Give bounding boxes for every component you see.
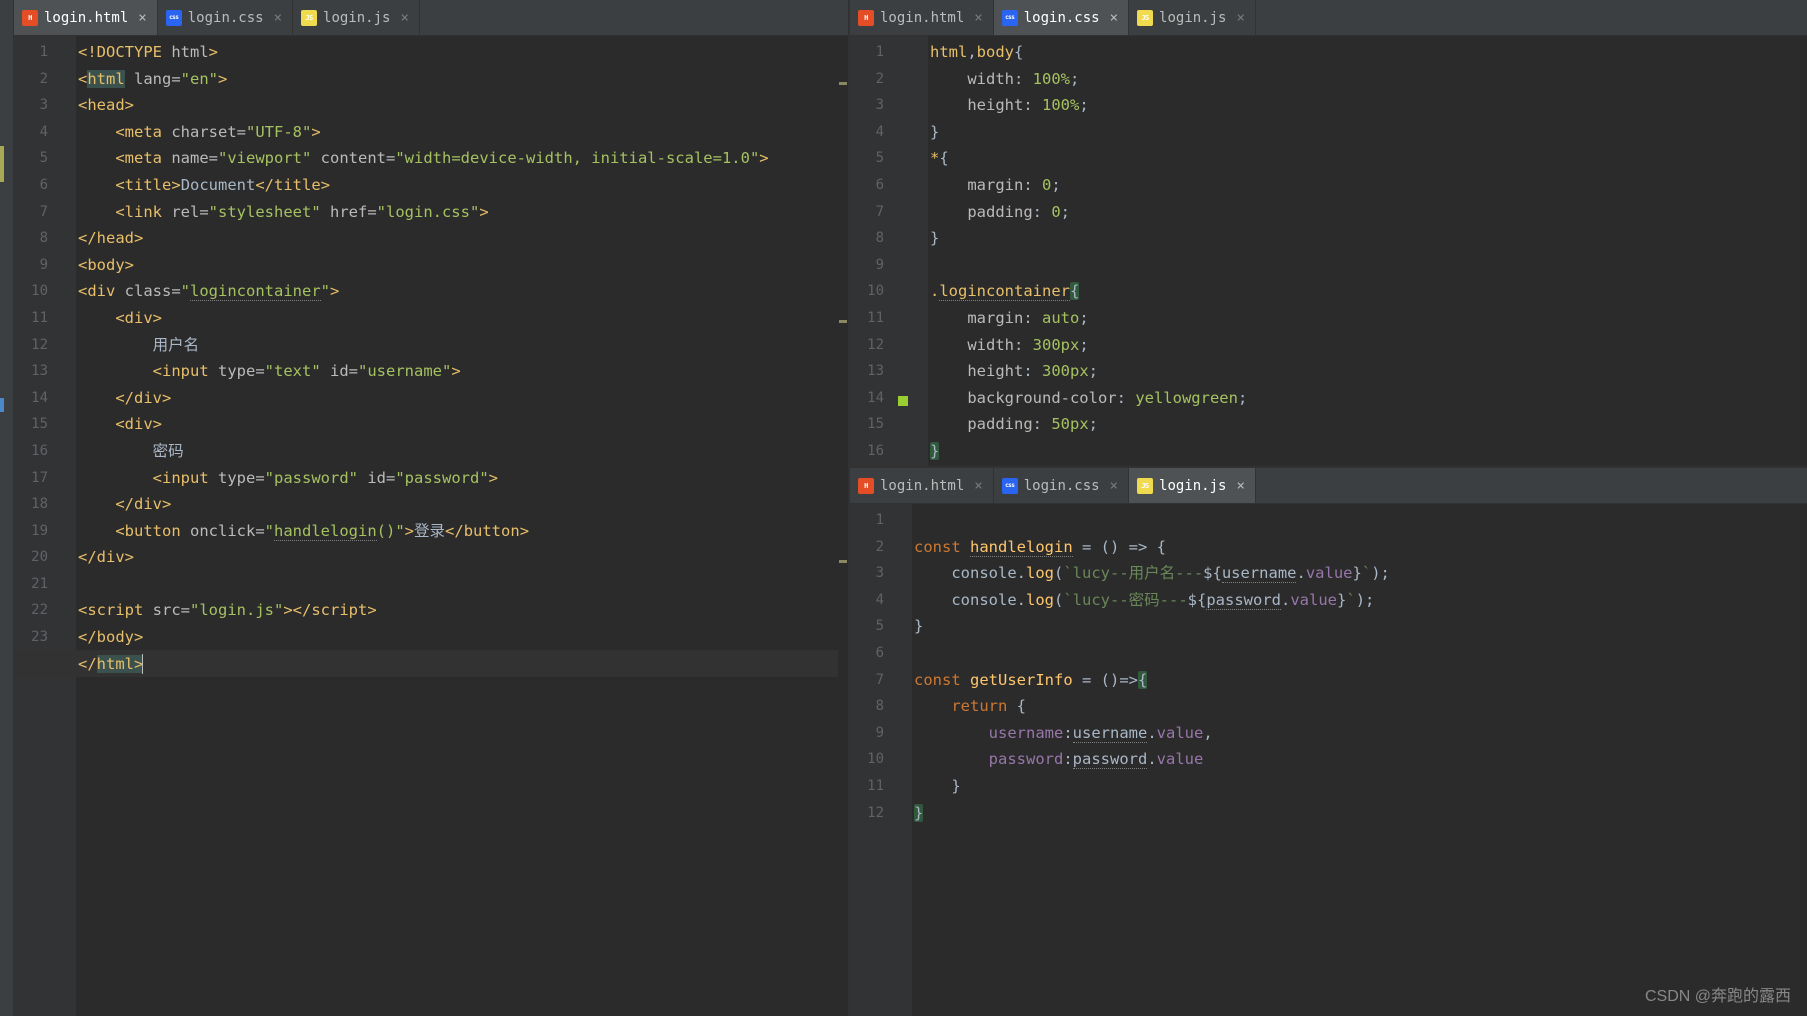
tabs-bar-right-top: login.html × login.css × login.js × xyxy=(850,0,1807,36)
editor-left[interactable]: 123456789101112131415161718192021222324 … xyxy=(14,36,848,1016)
tab-login-html[interactable]: login.html × xyxy=(850,0,994,35)
editor-split-panes: login.html × login.css × login.js × 1234… xyxy=(14,0,1807,1016)
editor-right-bottom[interactable]: 123456789101112 const handlelogin = () =… xyxy=(850,504,1807,1016)
close-icon[interactable]: × xyxy=(1110,10,1118,26)
line-numbers: 123456789101112131415161718192021222324 xyxy=(14,39,62,1016)
tab-label: login.js xyxy=(1159,10,1226,26)
marker-column xyxy=(898,39,914,466)
tab-login-html[interactable]: login.html × xyxy=(850,468,994,503)
tab-login-js[interactable]: login.js × xyxy=(1129,468,1256,503)
html-file-icon xyxy=(858,478,874,494)
code-area-right-top[interactable]: html,body{ width: 100%; height: 100%; } … xyxy=(928,36,1807,466)
tab-label: login.js xyxy=(323,10,390,26)
tabs-bar-right-bottom: login.html × login.css × login.js × xyxy=(850,468,1807,504)
fold-column xyxy=(898,507,912,1016)
close-icon[interactable]: × xyxy=(274,10,282,26)
tab-label: login.js xyxy=(1159,478,1226,494)
line-numbers: 12345678910111213141516 xyxy=(850,39,898,466)
tab-label: login.css xyxy=(1024,478,1100,494)
tab-label: login.css xyxy=(1024,10,1100,26)
gutter-right-bottom: 123456789101112 xyxy=(850,504,912,1016)
close-icon[interactable]: × xyxy=(400,10,408,26)
ide-left-gutter xyxy=(0,0,14,1016)
css-file-icon xyxy=(166,10,182,26)
close-icon[interactable]: × xyxy=(1236,10,1244,26)
css-file-icon xyxy=(1002,10,1018,26)
fold-column xyxy=(914,39,928,466)
tabs-bar-left: login.html × login.css × login.js × xyxy=(14,0,848,36)
editor-pane-right-top: login.html × login.css × login.js × 1234… xyxy=(850,0,1807,468)
code-area-right-bottom[interactable]: const handlelogin = () => { console.log(… xyxy=(912,504,1807,1016)
tab-label: login.html xyxy=(44,10,128,26)
line-numbers: 123456789101112 xyxy=(850,507,898,1016)
close-icon[interactable]: × xyxy=(1110,478,1118,494)
close-icon[interactable]: × xyxy=(974,478,982,494)
js-file-icon xyxy=(1137,478,1153,494)
tab-login-js[interactable]: login.js × xyxy=(1129,0,1256,35)
js-file-icon xyxy=(1137,10,1153,26)
css-file-icon xyxy=(1002,478,1018,494)
tab-label: login.html xyxy=(880,10,964,26)
gutter-right-top: 12345678910111213141516 xyxy=(850,36,928,466)
editor-right-top[interactable]: 12345678910111213141516 html,body{ width… xyxy=(850,36,1807,466)
watermark: CSDN @奔跑的露西 xyxy=(1645,982,1791,1006)
tab-label: login.html xyxy=(880,478,964,494)
fold-column xyxy=(62,39,76,1016)
color-swatch-icon[interactable] xyxy=(898,396,908,406)
editor-pane-right-bottom: login.html × login.css × login.js × 1234… xyxy=(850,468,1807,1016)
tab-login-css[interactable]: login.css × xyxy=(158,0,293,35)
change-marker xyxy=(0,146,4,182)
tab-login-css[interactable]: login.css × xyxy=(994,468,1129,503)
close-icon[interactable]: × xyxy=(1236,478,1244,494)
editor-pane-left: login.html × login.css × login.js × 1234… xyxy=(14,0,850,1016)
selection-marker xyxy=(0,398,4,412)
editor-pane-right: login.html × login.css × login.js × 1234… xyxy=(850,0,1807,1016)
close-icon[interactable]: × xyxy=(974,10,982,26)
close-icon[interactable]: × xyxy=(138,10,146,26)
js-file-icon xyxy=(301,10,317,26)
html-file-icon xyxy=(858,10,874,26)
tab-login-css[interactable]: login.css × xyxy=(994,0,1129,35)
tab-login-js[interactable]: login.js × xyxy=(293,0,420,35)
tab-label: login.css xyxy=(188,10,264,26)
html-file-icon xyxy=(22,10,38,26)
tab-login-html[interactable]: login.html × xyxy=(14,0,158,35)
code-area-left[interactable]: <!DOCTYPE html> <html lang="en"> <head> … xyxy=(76,36,848,1016)
gutter-left: 123456789101112131415161718192021222324 xyxy=(14,36,76,1016)
